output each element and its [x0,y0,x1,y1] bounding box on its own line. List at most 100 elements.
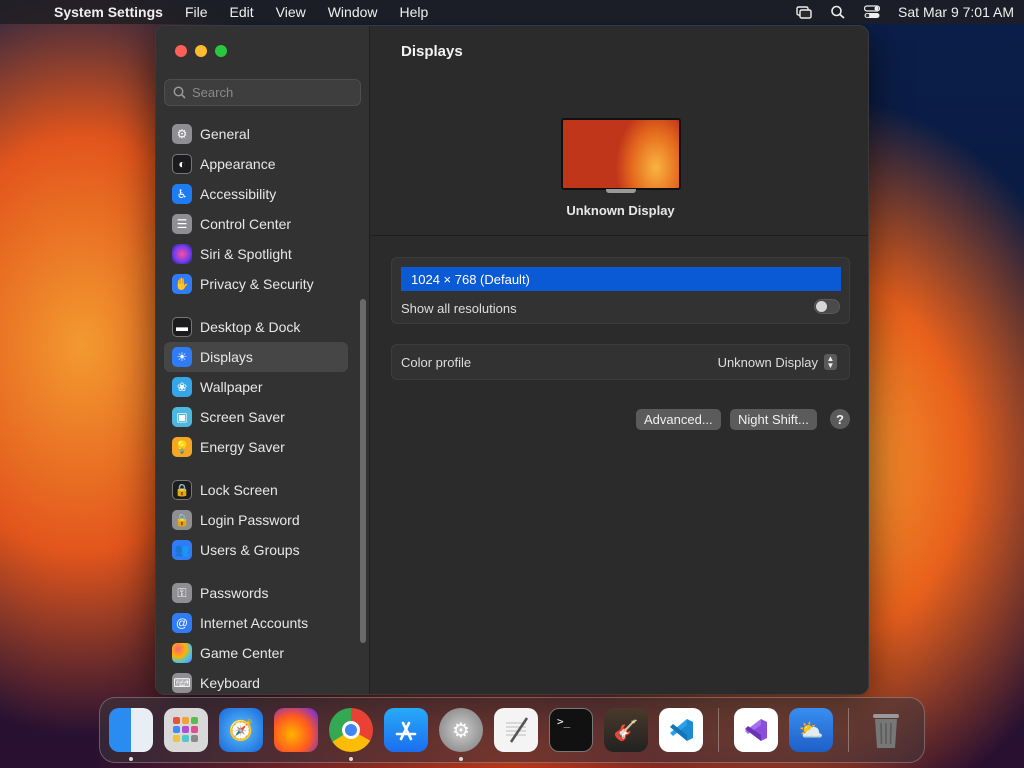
resolution-option-selected[interactable]: 1024 × 768 (Default) [401,267,841,291]
keyboard-icon: ⌨ [172,673,192,693]
sidebar-item-label: Passwords [200,585,269,601]
sidebar-item-game-center[interactable]: Game Center [164,638,348,668]
sidebar-item-lock-screen[interactable]: 🔒 Lock Screen [164,475,348,505]
sidebar-item-label: Siri & Spotlight [200,246,292,262]
sidebar-item-label: Game Center [200,645,285,661]
at-icon: @ [172,613,192,633]
sidebar-item-passwords[interactable]: ⚿ Passwords [164,578,348,608]
weather-icon[interactable]: ⛅ [789,708,833,752]
screen-mirroring-icon[interactable] [796,5,812,19]
window-controls [175,45,227,57]
control-center-icon: ☰ [172,214,192,234]
color-profile-popup[interactable]: Unknown Display ▲ ▼ [718,354,837,370]
menu-help[interactable]: Help [400,4,429,20]
sidebar-item-label: Keyboard [200,675,260,691]
sidebar-item-desktop-dock[interactable]: ▬ Desktop & Dock [164,312,348,342]
app-store-icon[interactable] [384,708,428,752]
menu-clock[interactable]: Sat Mar 9 7:01 AM [898,4,1014,20]
sidebar-item-siri-spotlight[interactable]: Siri & Spotlight [164,239,348,269]
color-profile-value: Unknown Display [717,354,818,370]
control-center-icon[interactable] [864,5,881,19]
sidebar-item-label: Wallpaper [200,379,263,395]
night-shift-button[interactable]: Night Shift... [730,409,817,430]
sidebar-item-appearance[interactable]: ◐ Appearance [164,149,348,179]
sidebar-item-label: Accessibility [200,186,277,202]
resolution-label: 1024 × 768 (Default) [411,271,530,287]
sidebar-item-label: Users & Groups [200,542,300,558]
launchpad-icon[interactable] [164,708,208,752]
sidebar-item-general[interactable]: ⚙ General [164,119,348,149]
accessibility-icon: ♿ [172,184,192,204]
sidebar-item-control-center[interactable]: ☰ Control Center [164,209,348,239]
battery-icon: 💡 [172,437,192,457]
sidebar-item-label: Energy Saver [200,439,285,455]
terminal-icon[interactable]: >_ [549,708,593,752]
menu-file[interactable]: File [185,4,208,20]
resolution-group: 1024 × 768 (Default) Show all resolution… [391,257,850,324]
system-settings-icon[interactable]: ⚙ [439,708,483,761]
show-all-resolutions-label: Show all resolutions [401,301,517,316]
search-field[interactable] [164,79,361,106]
menu-window[interactable]: Window [328,4,378,20]
sidebar-item-wallpaper[interactable]: ❀ Wallpaper [164,372,348,402]
firefox-icon[interactable] [274,708,318,752]
sidebar-item-label: Control Center [200,216,292,232]
sidebar-list: ⚙ General ◐ Appearance ♿ Accessibility ☰… [164,119,348,694]
display-name: Unknown Display [566,203,675,218]
sidebar-item-label: Internet Accounts [200,615,309,631]
sidebar-item-privacy-security[interactable]: ✋ Privacy & Security [164,269,348,299]
sidebar-item-label: Screen Saver [200,409,285,425]
lock-icon: 🔒 [172,480,192,500]
page-title: Displays [401,43,463,60]
display-stand [606,189,636,193]
close-button[interactable] [175,45,187,57]
key-icon: ⚿ [172,583,192,603]
sidebar-item-displays[interactable]: ☀ Displays [164,342,348,372]
sidebar-item-accessibility[interactable]: ♿ Accessibility [164,179,348,209]
displays-pane: Displays Unknown Display 1024 × 768 (Def… [371,26,868,694]
sidebar-item-login-password[interactable]: 🔒 Login Password [164,505,348,535]
garageband-icon[interactable]: 🎸 [604,708,648,752]
desktop-icon: ▬ [172,317,192,337]
help-button[interactable]: ? [830,409,850,429]
sidebar-item-label: General [200,126,250,142]
textedit-icon[interactable] [494,708,538,752]
color-profile-group: Color profile Unknown Display ▲ ▼ [391,344,850,380]
divider [371,235,868,236]
trash-icon[interactable] [864,708,908,752]
advanced-button[interactable]: Advanced... [636,409,721,430]
minimize-button[interactable] [195,45,207,57]
sidebar-item-label: Lock Screen [200,482,278,498]
menu-app-name[interactable]: System Settings [54,4,163,20]
spotlight-search-icon[interactable] [830,5,846,19]
gear-icon: ⚙ [172,124,192,144]
show-all-resolutions-toggle[interactable] [814,299,840,314]
sidebar-item-keyboard[interactable]: ⌨ Keyboard [164,668,348,694]
display-preview-thumbnail[interactable] [561,118,681,190]
vscode-icon[interactable] [659,708,703,752]
lock-icon: 🔒 [172,510,192,530]
sidebar: ⚙ General ◐ Appearance ♿ Accessibility ☰… [156,26,370,694]
menu-edit[interactable]: Edit [230,4,254,20]
finder-icon[interactable] [109,708,153,761]
sidebar-item-internet-accounts[interactable]: @ Internet Accounts [164,608,348,638]
users-icon: 👥 [172,540,192,560]
chrome-icon[interactable] [329,708,373,761]
sidebar-item-screen-saver[interactable]: ▣ Screen Saver [164,402,348,432]
dock-separator [848,708,849,752]
menu-view[interactable]: View [276,4,306,20]
menu-bar: System Settings File Edit View Window He… [0,0,1024,24]
visual-studio-icon[interactable] [734,708,778,752]
system-settings-window: ⚙ General ◐ Appearance ♿ Accessibility ☰… [155,25,869,695]
zoom-button[interactable] [215,45,227,57]
sidebar-scrollbar[interactable] [360,299,366,643]
search-input[interactable] [192,85,352,100]
appearance-icon: ◐ [172,154,192,174]
sidebar-item-label: Appearance [200,156,276,172]
sun-icon: ☀ [172,347,192,367]
wallpaper-icon: ❀ [172,377,192,397]
sidebar-item-users-groups[interactable]: 👥 Users & Groups [164,535,348,565]
safari-icon[interactable]: 🧭 [219,708,263,752]
sidebar-item-energy-saver[interactable]: 💡 Energy Saver [164,432,348,462]
